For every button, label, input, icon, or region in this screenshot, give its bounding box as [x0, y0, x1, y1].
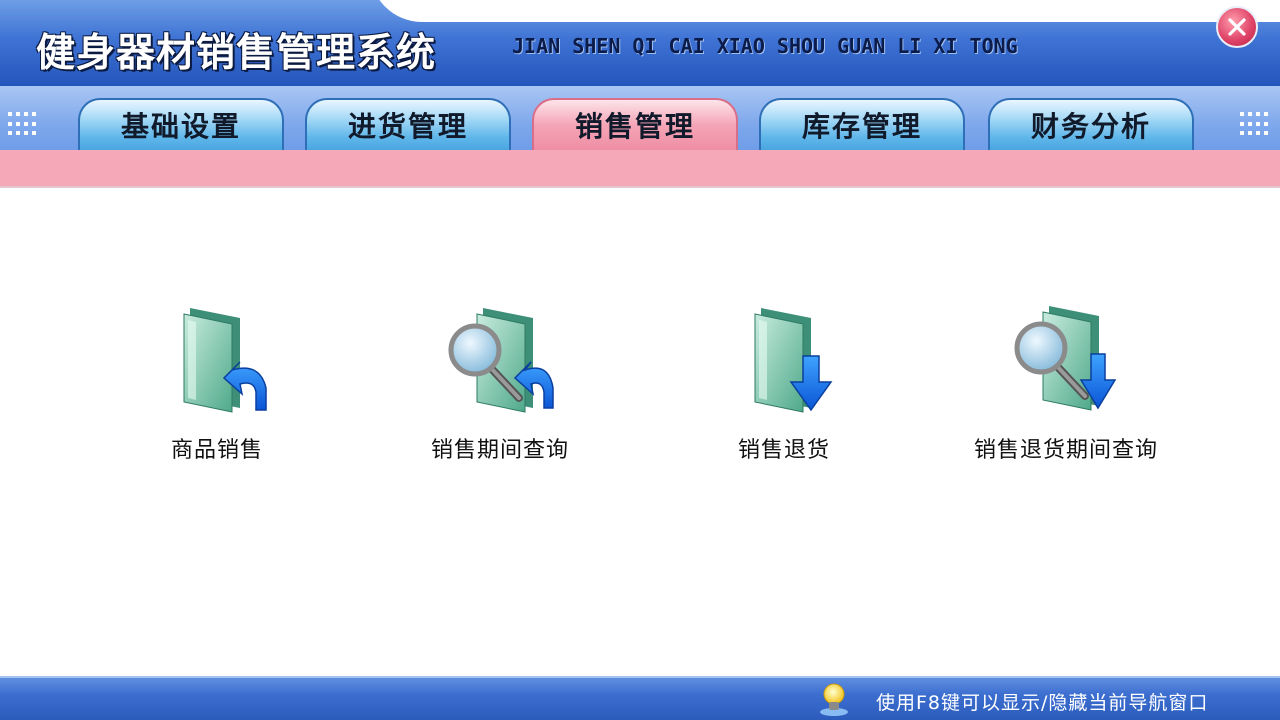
tab-label: 库存管理 [801, 110, 922, 143]
grip-right-icon [1240, 112, 1272, 138]
tab-label: 进货管理 [347, 110, 468, 143]
item-sales-return[interactable]: 销售退货 [664, 300, 904, 470]
folder-arrow-icon [183, 308, 267, 413]
title-bar: 健身器材销售管理系统 JIAN SHEN QI CAI XIAO SHOU GU… [0, 0, 1280, 86]
close-button[interactable] [1216, 6, 1258, 48]
item-product-sales[interactable]: 商品销售 [97, 300, 337, 470]
tab-basic-settings[interactable]: 基础设置 [78, 98, 284, 150]
item-label: 商品销售 [170, 438, 263, 463]
item-label: 销售退货 [737, 438, 830, 463]
tab-label: 销售管理 [574, 110, 695, 143]
tab-inventory-management[interactable]: 库存管理 [759, 98, 965, 150]
grip-left-icon [8, 112, 40, 138]
app-subtitle: JIAN SHEN QI CAI XIAO SHOU GUAN LI XI TO… [512, 34, 1018, 58]
tab-label: 基础设置 [120, 110, 241, 143]
tab-purchase-management[interactable]: 进货管理 [305, 98, 511, 150]
item-label: 销售退货期间查询 [973, 438, 1158, 463]
lightbulb-icon [820, 683, 848, 716]
tab-finance-analysis[interactable]: 财务分析 [988, 98, 1194, 150]
tab-sales-management[interactable]: 销售管理 [532, 98, 738, 150]
folder-down-arrow-icon [754, 308, 833, 413]
status-hint: 使用F8键可以显示/隐藏当前导航窗口 [876, 692, 1209, 714]
item-sales-period-query[interactable]: 销售期间查询 [380, 300, 620, 470]
subnav-strip [0, 150, 1280, 188]
item-label: 销售期间查询 [430, 438, 569, 463]
close-icon [1228, 18, 1246, 36]
folder-search-down-arrow-icon [1014, 306, 1117, 411]
app-title: 健身器材销售管理系统 [36, 31, 437, 76]
tab-label: 财务分析 [1030, 110, 1151, 143]
item-sales-return-period-query[interactable]: 销售退货期间查询 [946, 300, 1186, 470]
folder-search-arrow-icon [448, 308, 554, 413]
title-bar-highlight [370, 0, 1280, 22]
